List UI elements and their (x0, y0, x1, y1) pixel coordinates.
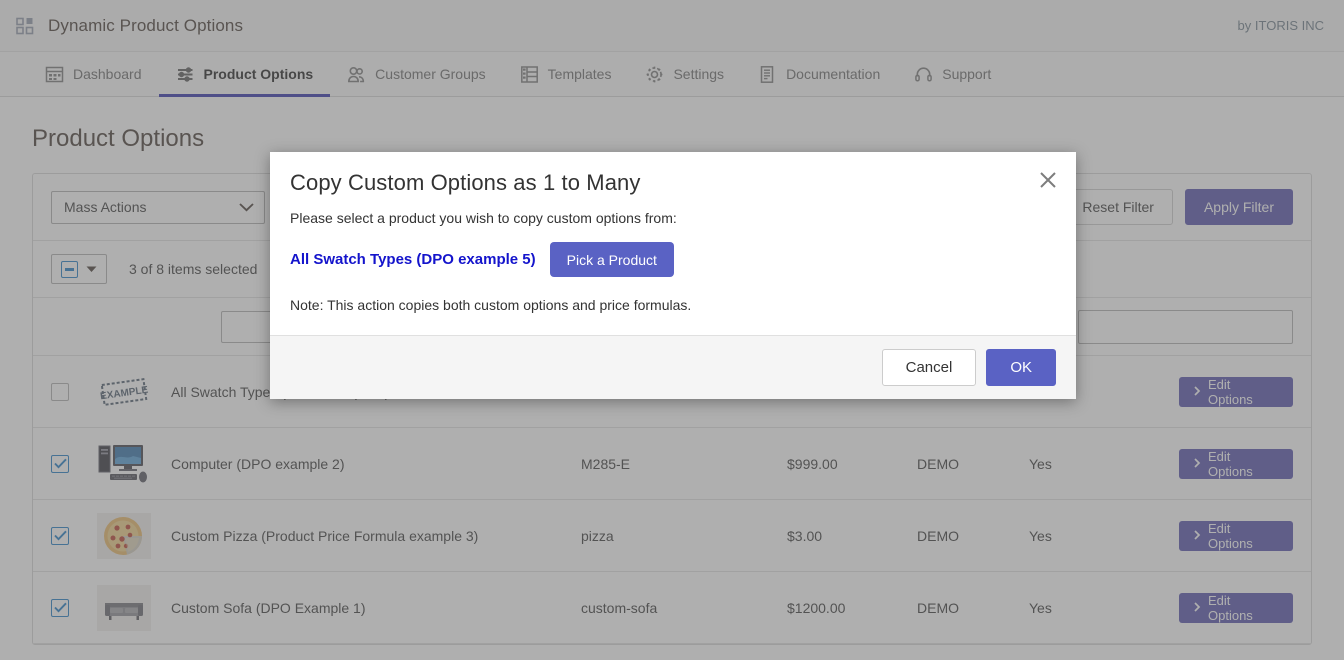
copy-custom-options-modal: Copy Custom Options as 1 to Many Please … (270, 152, 1076, 399)
ok-button[interactable]: OK (986, 349, 1056, 386)
close-icon[interactable] (1034, 166, 1062, 194)
pick-a-product-button[interactable]: Pick a Product (549, 242, 674, 277)
modal-footer: Cancel OK (270, 335, 1076, 399)
modal-body: Please select a product you wish to copy… (270, 196, 1076, 335)
selected-product-link[interactable]: All Swatch Types (DPO example 5) (290, 251, 536, 268)
product-pick-row: All Swatch Types (DPO example 5) Pick a … (290, 242, 1056, 297)
cancel-button[interactable]: Cancel (881, 349, 977, 386)
modal-note-text: Note: This action copies both custom opt… (290, 297, 692, 313)
modal-title: Copy Custom Options as 1 to Many (290, 170, 641, 195)
modal-header: Copy Custom Options as 1 to Many (270, 152, 1076, 196)
modal-lead-text: Please select a product you wish to copy… (290, 210, 677, 226)
